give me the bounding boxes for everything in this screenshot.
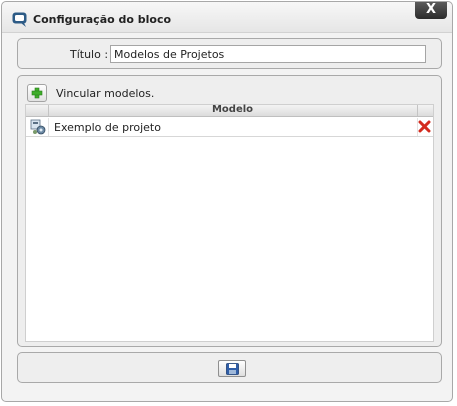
title-field-label: Título : bbox=[70, 48, 109, 61]
add-model-button[interactable] bbox=[27, 84, 47, 102]
close-button[interactable]: X bbox=[415, 2, 447, 19]
table-row[interactable]: Exemplo de projeto bbox=[26, 118, 433, 137]
column-header-model[interactable]: Modelo bbox=[48, 104, 417, 115]
red-x-icon[interactable] bbox=[418, 120, 431, 133]
floppy-disk-icon bbox=[226, 363, 239, 375]
title-panel: Título : bbox=[17, 38, 442, 69]
save-button[interactable] bbox=[218, 360, 246, 377]
chat-bubble-icon bbox=[12, 12, 27, 27]
grid-header: Modelo bbox=[26, 104, 433, 117]
models-grid: Modelo Exemplo de projeto bbox=[25, 104, 434, 342]
cell-separator bbox=[48, 118, 49, 136]
column-separator bbox=[417, 105, 418, 116]
models-panel: Vincular modelos. Modelo Exemplo de proj… bbox=[17, 75, 442, 347]
dialog-title: Configuração do bloco bbox=[33, 13, 172, 26]
dialog-titlebar[interactable]: Configuração do bloco X bbox=[2, 2, 452, 33]
plus-icon bbox=[31, 87, 43, 99]
link-models-label[interactable]: Vincular modelos. bbox=[56, 87, 154, 100]
footer-panel bbox=[17, 352, 442, 383]
title-input[interactable] bbox=[110, 45, 426, 63]
model-name: Exemplo de projeto bbox=[54, 121, 161, 134]
project-model-icon bbox=[30, 119, 46, 135]
block-config-dialog: Configuração do bloco X Título : Vincula… bbox=[1, 1, 453, 402]
